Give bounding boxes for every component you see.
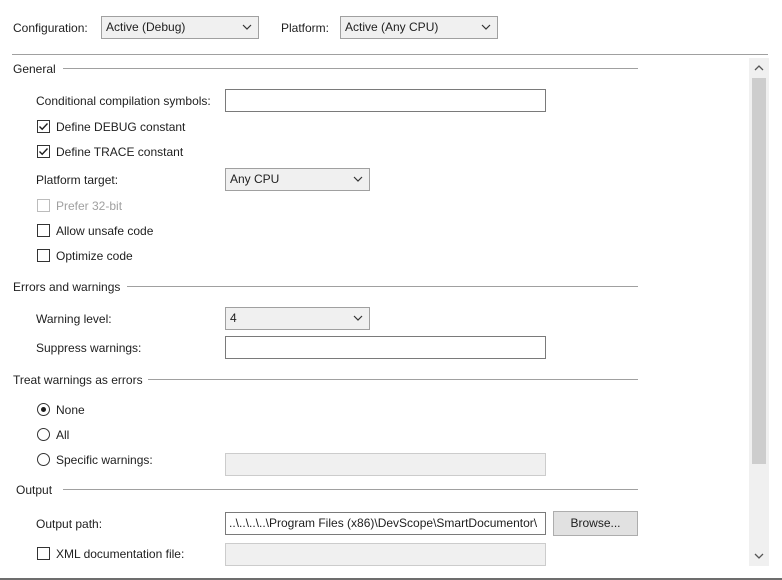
checkmark-icon: [39, 123, 49, 131]
chevron-down-icon: [481, 24, 491, 30]
platform-label: Platform:: [281, 21, 330, 35]
configuration-label: Configuration:: [13, 21, 88, 35]
xml-doc-input: [225, 543, 546, 566]
define-debug-checkbox[interactable]: [37, 120, 50, 133]
output-path-label: Output path:: [36, 517, 103, 531]
warning-level-label: Warning level:: [36, 312, 112, 326]
section-divider: [63, 68, 638, 69]
radio-specific-warnings[interactable]: [37, 453, 50, 466]
prefer32-label: Prefer 32-bit: [56, 199, 123, 213]
define-trace-checkbox[interactable]: [37, 145, 50, 158]
platform-target-label: Platform target:: [36, 173, 119, 187]
browse-button[interactable]: Browse...: [553, 511, 638, 536]
platform-dropdown[interactable]: Active (Any CPU): [340, 16, 498, 39]
chevron-down-icon: [242, 24, 252, 30]
scroll-down-icon[interactable]: [754, 552, 764, 560]
scrollbar-thumb[interactable]: [752, 78, 766, 464]
platform-value: Active (Any CPU): [345, 20, 439, 34]
vertical-scrollbar[interactable]: [749, 58, 769, 566]
section-title-general: General: [13, 62, 56, 76]
section-divider: [63, 489, 638, 490]
section-title-treat-warnings: Treat warnings as errors: [13, 373, 143, 387]
define-debug-label: Define DEBUG constant: [56, 120, 186, 134]
radio-specific-warnings-label: Specific warnings:: [56, 453, 153, 467]
section-divider: [148, 379, 638, 380]
xml-doc-label: XML documentation file:: [56, 547, 185, 561]
conditional-symbols-input[interactable]: [225, 89, 546, 112]
output-path-input[interactable]: ..\..\..\..\Program Files (x86)\DevScope…: [225, 512, 546, 535]
scroll-up-icon[interactable]: [754, 64, 764, 72]
suppress-warnings-label: Suppress warnings:: [36, 341, 142, 355]
chevron-down-icon: [353, 315, 363, 321]
radio-none-label: None: [56, 403, 85, 417]
suppress-warnings-input[interactable]: [225, 336, 546, 359]
checkmark-icon: [39, 148, 49, 156]
header-divider: [12, 54, 768, 55]
section-title-output: Output: [16, 483, 53, 497]
optimize-checkbox[interactable]: [37, 249, 50, 262]
section-title-errors: Errors and warnings: [13, 280, 121, 294]
conditional-symbols-label: Conditional compilation symbols:: [36, 94, 211, 108]
platform-target-dropdown[interactable]: Any CPU: [225, 168, 370, 191]
warning-level-value: 4: [230, 311, 237, 325]
allow-unsafe-label: Allow unsafe code: [56, 224, 154, 238]
platform-target-value: Any CPU: [230, 172, 280, 186]
chevron-down-icon: [353, 176, 363, 182]
prefer32-checkbox: [37, 199, 50, 212]
section-divider: [127, 286, 638, 287]
radio-all[interactable]: [37, 428, 50, 441]
configuration-dropdown[interactable]: Active (Debug): [101, 16, 259, 39]
warning-level-dropdown[interactable]: 4: [225, 307, 370, 330]
define-trace-label: Define TRACE constant: [56, 145, 184, 159]
specific-warnings-input: [225, 453, 546, 476]
radio-all-label: All: [56, 428, 70, 442]
optimize-label: Optimize code: [56, 249, 133, 263]
radio-selected-dot: [41, 407, 46, 412]
allow-unsafe-checkbox[interactable]: [37, 224, 50, 237]
xml-doc-checkbox[interactable]: [37, 547, 50, 560]
radio-none[interactable]: [37, 403, 50, 416]
configuration-value: Active (Debug): [106, 20, 186, 34]
